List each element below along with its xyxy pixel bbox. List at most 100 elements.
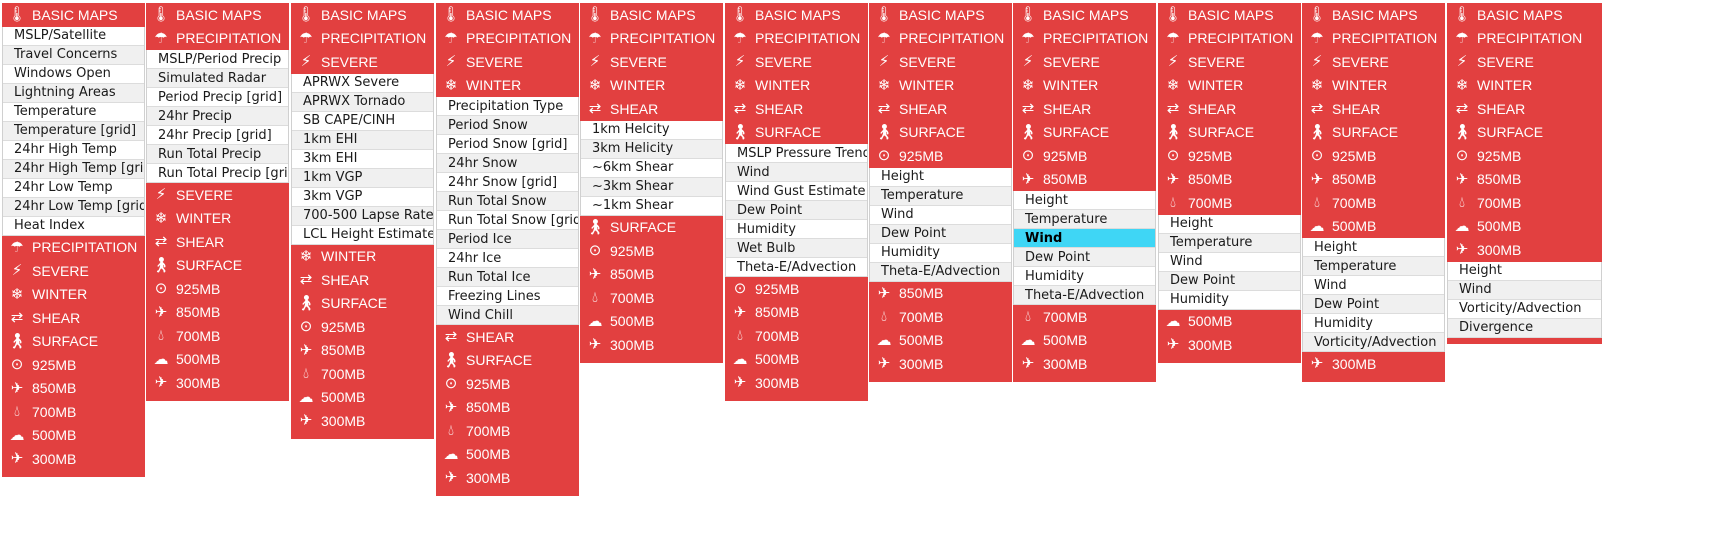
submenu-item[interactable]: 24hr Low Temp (3, 178, 144, 198)
menu-header-surface[interactable]: 🚶︎ SURFACE (580, 215, 723, 239)
menu-header-basic[interactable]: 🌡︎ BASIC MAPS (725, 3, 868, 27)
submenu-item[interactable]: Temperature (1303, 257, 1444, 276)
menu-header-850[interactable]: ✈ 850MB (146, 300, 289, 324)
menu-header-surface[interactable]: 🚶︎ SURFACE (1447, 120, 1602, 144)
submenu-item[interactable]: APRWX Severe (292, 73, 433, 93)
submenu-item[interactable]: 1km Helcity (581, 120, 722, 140)
menu-header-winter[interactable]: ❄ WINTER (580, 73, 723, 97)
menu-header-severe[interactable]: ⚡︎ SEVERE (725, 50, 868, 74)
submenu-item[interactable]: Freezing Lines (437, 287, 578, 306)
menu-header-850[interactable]: ✈ 850MB (291, 338, 434, 362)
submenu-item[interactable]: Precipitation Type (437, 97, 578, 116)
menu-header-300[interactable]: ✈ 300MB (1013, 352, 1156, 376)
menu-header-500[interactable]: ☁ 500MB (1013, 328, 1156, 352)
submenu-item[interactable]: Temperature [grid] (3, 121, 144, 141)
menu-header-700[interactable]: 💧︎ 700MB (2, 400, 145, 424)
menu-header-surface[interactable]: 🚶︎ SURFACE (146, 253, 289, 277)
submenu-item[interactable]: MSLP/Period Precip (147, 50, 288, 69)
menu-header-shear[interactable]: ⇄ SHEAR (1447, 97, 1602, 121)
menu-header-basic[interactable]: 🌡︎ BASIC MAPS (580, 3, 723, 27)
menu-header-850[interactable]: ✈ 850MB (1302, 167, 1445, 191)
menu-header-300[interactable]: ✈ 300MB (146, 371, 289, 395)
menu-header-850[interactable]: ✈ 850MB (725, 300, 868, 324)
menu-header-precipitation[interactable]: ☂ PRECIPITATION (1158, 26, 1301, 50)
menu-header-precipitation[interactable]: ☂ PRECIPITATION (2, 235, 145, 259)
menu-header-shear[interactable]: ⇄ SHEAR (1158, 97, 1301, 121)
submenu-item[interactable]: 24hr Precip (147, 107, 288, 126)
submenu-item[interactable]: Height (870, 167, 1011, 187)
submenu-item[interactable]: Run Total Snow [grid] (437, 211, 578, 230)
menu-header-precipitation[interactable]: ☂ PRECIPITATION (725, 26, 868, 50)
menu-header-300[interactable]: ✈ 300MB (1302, 352, 1445, 376)
submenu-item[interactable]: 24hr Snow (437, 154, 578, 173)
menu-header-300[interactable]: ✈ 300MB (1158, 333, 1301, 357)
submenu-item[interactable]: Dew Point (726, 201, 867, 220)
menu-header-300[interactable]: ✈ 300MB (725, 371, 868, 395)
submenu-item[interactable]: Theta-E/Advection (1014, 286, 1155, 305)
menu-header-precipitation[interactable]: ☂ PRECIPITATION (869, 26, 1012, 50)
menu-header-surface[interactable]: 🚶︎ SURFACE (291, 291, 434, 315)
submenu-item[interactable]: Period Snow (437, 116, 578, 135)
menu-header-severe[interactable]: ⚡︎ SEVERE (291, 50, 434, 74)
submenu-item[interactable]: Height (1159, 214, 1300, 234)
menu-header-850[interactable]: ✈ 850MB (1013, 167, 1156, 191)
submenu-item[interactable]: Wind (1159, 252, 1300, 272)
menu-header-precipitation[interactable]: ☂ PRECIPITATION (1013, 26, 1156, 50)
menu-header-850[interactable]: ✈ 850MB (1158, 167, 1301, 191)
submenu-item[interactable]: Divergence (1448, 318, 1601, 338)
submenu-item[interactable]: Wind (1448, 280, 1601, 300)
menu-header-shear[interactable]: ⇄ SHEAR (869, 97, 1012, 121)
menu-header-surface[interactable]: 🚶︎ SURFACE (1302, 120, 1445, 144)
submenu-item[interactable]: Height (1448, 261, 1601, 281)
menu-header-300[interactable]: ✈ 300MB (436, 466, 579, 490)
menu-header-severe[interactable]: ⚡︎ SEVERE (1447, 50, 1602, 74)
submenu-item[interactable]: SB CAPE/CINH (292, 111, 433, 131)
submenu-item[interactable]: Temperature (870, 186, 1011, 206)
submenu-item[interactable]: Wind (1014, 229, 1155, 248)
menu-header-300[interactable]: ✈ 300MB (580, 333, 723, 357)
menu-header-925[interactable]: ⊙ 925MB (146, 277, 289, 301)
menu-header-500[interactable]: ☁ 500MB (436, 442, 579, 466)
submenu-item[interactable]: Humidity (1159, 290, 1300, 310)
menu-header-shear[interactable]: ⇄ SHEAR (1302, 97, 1445, 121)
menu-header-500[interactable]: ☁ 500MB (291, 385, 434, 409)
submenu-item[interactable]: ~1km Shear (581, 196, 722, 216)
menu-header-700[interactable]: 💧︎ 700MB (146, 324, 289, 348)
menu-header-basic[interactable]: 🌡︎ BASIC MAPS (1013, 3, 1156, 27)
menu-header-precipitation[interactable]: ☂ PRECIPITATION (1302, 26, 1445, 50)
menu-header-basic[interactable]: 🌡︎ BASIC MAPS (2, 3, 145, 27)
submenu-item[interactable]: Vorticity/Advection (1303, 333, 1444, 352)
menu-header-700[interactable]: 💧︎ 700MB (1013, 305, 1156, 329)
submenu-item[interactable]: 24hr Snow [grid] (437, 173, 578, 192)
menu-header-925[interactable]: ⊙ 925MB (1013, 144, 1156, 168)
menu-header-850[interactable]: ✈ 850MB (869, 281, 1012, 305)
menu-header-severe[interactable]: ⚡︎ SEVERE (2, 259, 145, 283)
menu-header-winter[interactable]: ❄ WINTER (2, 282, 145, 306)
menu-header-300[interactable]: ✈ 300MB (291, 409, 434, 433)
submenu-item[interactable]: Humidity (726, 220, 867, 239)
submenu-item[interactable]: Dew Point (870, 224, 1011, 244)
submenu-item[interactable]: Lightning Areas (3, 83, 144, 103)
menu-header-basic[interactable]: 🌡︎ BASIC MAPS (1158, 3, 1301, 27)
submenu-item[interactable]: Wet Bulb (726, 239, 867, 258)
menu-header-basic[interactable]: 🌡︎ BASIC MAPS (869, 3, 1012, 27)
menu-header-shear[interactable]: ⇄ SHEAR (146, 230, 289, 254)
menu-header-700[interactable]: 💧︎ 700MB (1302, 191, 1445, 215)
menu-header-500[interactable]: ☁ 500MB (1447, 214, 1602, 238)
submenu-item[interactable]: MSLP Pressure Trend (726, 144, 867, 163)
menu-header-925[interactable]: ⊙ 925MB (1447, 144, 1602, 168)
menu-header-300[interactable]: ✈ 300MB (2, 447, 145, 471)
submenu-item[interactable]: Height (1303, 238, 1444, 257)
menu-header-precipitation[interactable]: ☂ PRECIPITATION (436, 26, 579, 50)
menu-header-surface[interactable]: 🚶︎ SURFACE (725, 120, 868, 144)
menu-header-severe[interactable]: ⚡︎ SEVERE (146, 183, 289, 207)
menu-header-shear[interactable]: ⇄ SHEAR (580, 97, 723, 121)
submenu-item[interactable]: Wind (726, 163, 867, 182)
submenu-item[interactable]: ~3km Shear (581, 177, 722, 197)
menu-header-925[interactable]: ⊙ 925MB (1158, 144, 1301, 168)
menu-header-700[interactable]: 💧︎ 700MB (580, 286, 723, 310)
menu-header-winter[interactable]: ❄ WINTER (436, 73, 579, 97)
menu-header-700[interactable]: 💧︎ 700MB (1447, 191, 1602, 215)
submenu-item[interactable]: Dew Point (1303, 295, 1444, 314)
menu-header-500[interactable]: ☁ 500MB (725, 347, 868, 371)
